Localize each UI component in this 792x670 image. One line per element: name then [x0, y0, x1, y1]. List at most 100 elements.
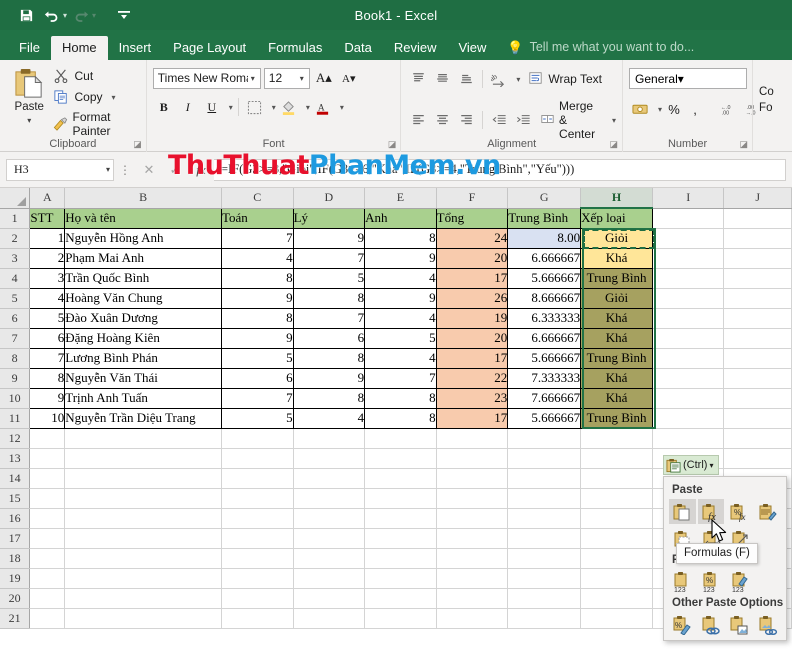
cell-c14[interactable]	[221, 468, 294, 489]
fill-color-dropdown-icon[interactable]: ▾	[306, 103, 310, 112]
cell-b5[interactable]: Hoàng Văn Chung	[64, 288, 222, 309]
increase-indent-button[interactable]	[512, 109, 534, 131]
cell-g11[interactable]: 5.666667	[507, 408, 582, 429]
cell-b8[interactable]: Lương Bình Phán	[64, 348, 222, 369]
cell-f8[interactable]: 17	[436, 348, 509, 369]
cell-h12[interactable]	[580, 428, 654, 449]
cell-j10[interactable]	[723, 388, 792, 409]
cell-g5[interactable]: 8.666667	[507, 288, 582, 309]
cell-i5[interactable]	[652, 288, 725, 309]
cell-c8[interactable]: 5	[221, 348, 294, 369]
cell-a8[interactable]: 7	[29, 348, 66, 369]
cell-j3[interactable]	[723, 248, 792, 269]
cell-a12[interactable]	[29, 428, 66, 449]
cell-g12[interactable]	[507, 428, 582, 449]
cell-e1[interactable]: Anh	[364, 207, 437, 229]
cell-j7[interactable]	[723, 328, 792, 349]
cell-j12[interactable]	[723, 428, 792, 449]
cell-a21[interactable]	[29, 608, 66, 629]
cell-g20[interactable]	[507, 588, 582, 609]
cell-d6[interactable]: 7	[293, 308, 366, 329]
cell-c15[interactable]	[221, 488, 294, 509]
cell-d21[interactable]	[293, 608, 366, 629]
underline-dropdown-icon[interactable]: ▾	[229, 103, 233, 112]
font-color-button[interactable]: A	[312, 96, 334, 118]
cell-h19[interactable]	[580, 568, 654, 589]
paste-formatting-icon[interactable]: %	[669, 612, 696, 637]
accounting-format-button[interactable]	[629, 98, 651, 120]
cell-b18[interactable]	[64, 548, 222, 569]
cell-g8[interactable]: 5.666667	[507, 348, 582, 369]
column-header-c[interactable]: C	[221, 188, 294, 209]
cell-a11[interactable]: 10	[29, 408, 66, 429]
cell-d10[interactable]: 8	[293, 388, 366, 409]
cell-b7[interactable]: Đặng Hoàng Kiên	[64, 328, 222, 349]
cell-h15[interactable]	[580, 488, 654, 509]
cell-e8[interactable]: 4	[364, 348, 437, 369]
row-header-16[interactable]: 16	[0, 508, 31, 529]
merge-center-dropdown-icon[interactable]: ▾	[612, 116, 616, 125]
orientation-button[interactable]: ab	[488, 68, 510, 90]
cell-j9[interactable]	[723, 368, 792, 389]
cell-i4[interactable]	[652, 268, 725, 289]
cell-f9[interactable]: 22	[436, 368, 509, 389]
number-format-combo[interactable]: General ▾	[629, 68, 748, 89]
cell-h10[interactable]: Khá	[580, 388, 654, 409]
cell-f12[interactable]	[436, 428, 509, 449]
cell-d17[interactable]	[293, 528, 366, 549]
cell-b2[interactable]: Nguyễn Hồng Anh	[64, 228, 222, 249]
cell-h17[interactable]	[580, 528, 654, 549]
cell-e14[interactable]	[364, 468, 437, 489]
cell-a4[interactable]: 3	[29, 268, 66, 289]
cell-b13[interactable]	[64, 448, 222, 469]
cell-h13[interactable]	[580, 448, 654, 469]
cell-h18[interactable]	[580, 548, 654, 569]
cell-h5[interactable]: Giỏi	[580, 288, 654, 309]
row-header-9[interactable]: 9	[0, 368, 31, 389]
cell-e20[interactable]	[364, 588, 437, 609]
cell-e5[interactable]: 9	[364, 288, 437, 309]
cell-f10[interactable]: 23	[436, 388, 509, 409]
cell-e19[interactable]	[364, 568, 437, 589]
cell-j1[interactable]	[723, 208, 792, 229]
cell-b1[interactable]: Họ và tên	[64, 207, 222, 229]
cell-h1[interactable]: Xếp loại	[580, 207, 654, 229]
cell-e17[interactable]	[364, 528, 437, 549]
column-header-f[interactable]: F	[436, 188, 509, 209]
font-size-dropdown-icon[interactable]: ▾	[297, 74, 307, 83]
cell-e16[interactable]	[364, 508, 437, 529]
cell-a20[interactable]	[29, 588, 66, 609]
cell-b15[interactable]	[64, 488, 222, 509]
copy-button[interactable]: Copy ▾	[53, 89, 140, 105]
cell-g2[interactable]: 8.00	[507, 228, 582, 249]
cell-c2[interactable]: 7	[221, 228, 294, 249]
cell-i7[interactable]	[652, 328, 725, 349]
cell-e6[interactable]: 4	[364, 308, 437, 329]
row-header-11[interactable]: 11	[0, 408, 31, 429]
increase-decimal-button[interactable]: ←.0.00	[716, 98, 738, 120]
cell-a6[interactable]: 5	[29, 308, 66, 329]
cell-j11[interactable]	[723, 408, 792, 429]
cell-d8[interactable]: 8	[293, 348, 366, 369]
cell-a2[interactable]: 1	[29, 228, 66, 249]
cell-h3[interactable]: Khá	[580, 248, 654, 269]
cell-h14[interactable]	[580, 468, 654, 489]
cell-d14[interactable]	[293, 468, 366, 489]
cell-i1[interactable]	[652, 208, 725, 229]
cell-h6[interactable]: Khá	[580, 308, 654, 329]
merge-center-button[interactable]: Merge & Center ▾	[540, 99, 616, 141]
row-header-17[interactable]: 17	[0, 528, 31, 549]
row-header-1[interactable]: 1	[0, 208, 31, 229]
cell-i10[interactable]	[652, 388, 725, 409]
cell-c21[interactable]	[221, 608, 294, 629]
cell-c16[interactable]	[221, 508, 294, 529]
tab-review[interactable]: Review	[383, 36, 448, 60]
cell-i12[interactable]	[652, 428, 725, 449]
cut-button[interactable]: Cut	[53, 68, 140, 84]
cell-c10[interactable]: 7	[221, 388, 294, 409]
cell-a19[interactable]	[29, 568, 66, 589]
cell-i11[interactable]	[652, 408, 725, 429]
cell-b11[interactable]: Nguyễn Trần Diệu Trang	[64, 408, 222, 429]
cell-f11[interactable]: 17	[436, 408, 509, 429]
row-header-21[interactable]: 21	[0, 608, 31, 629]
